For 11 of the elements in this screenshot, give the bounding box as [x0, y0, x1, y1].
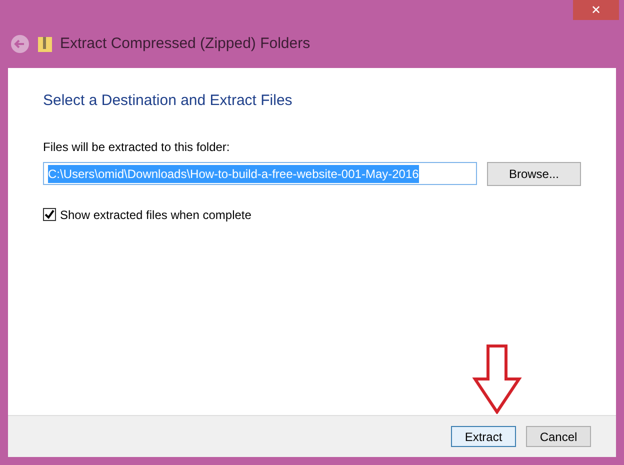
dialog-heading: Select a Destination and Extract Files — [43, 91, 294, 111]
browse-button[interactable]: Browse... — [486, 162, 581, 186]
folder-label: Files will be extracted to this folder: — [43, 138, 231, 156]
down-arrow-annotation — [472, 344, 522, 414]
close-button[interactable]: ✕ — [573, 0, 619, 20]
show-files-checkbox[interactable]: Show extracted files when complete — [43, 206, 581, 224]
window-title: Extract Compressed (Zipped) Folders — [60, 34, 310, 54]
dialog-button[interactable]: Cancel — [526, 426, 591, 447]
checkmark-icon — [44, 209, 55, 220]
zipped-folder-icon — [38, 36, 52, 52]
dialog-button[interactable]: Extract — [451, 426, 516, 447]
